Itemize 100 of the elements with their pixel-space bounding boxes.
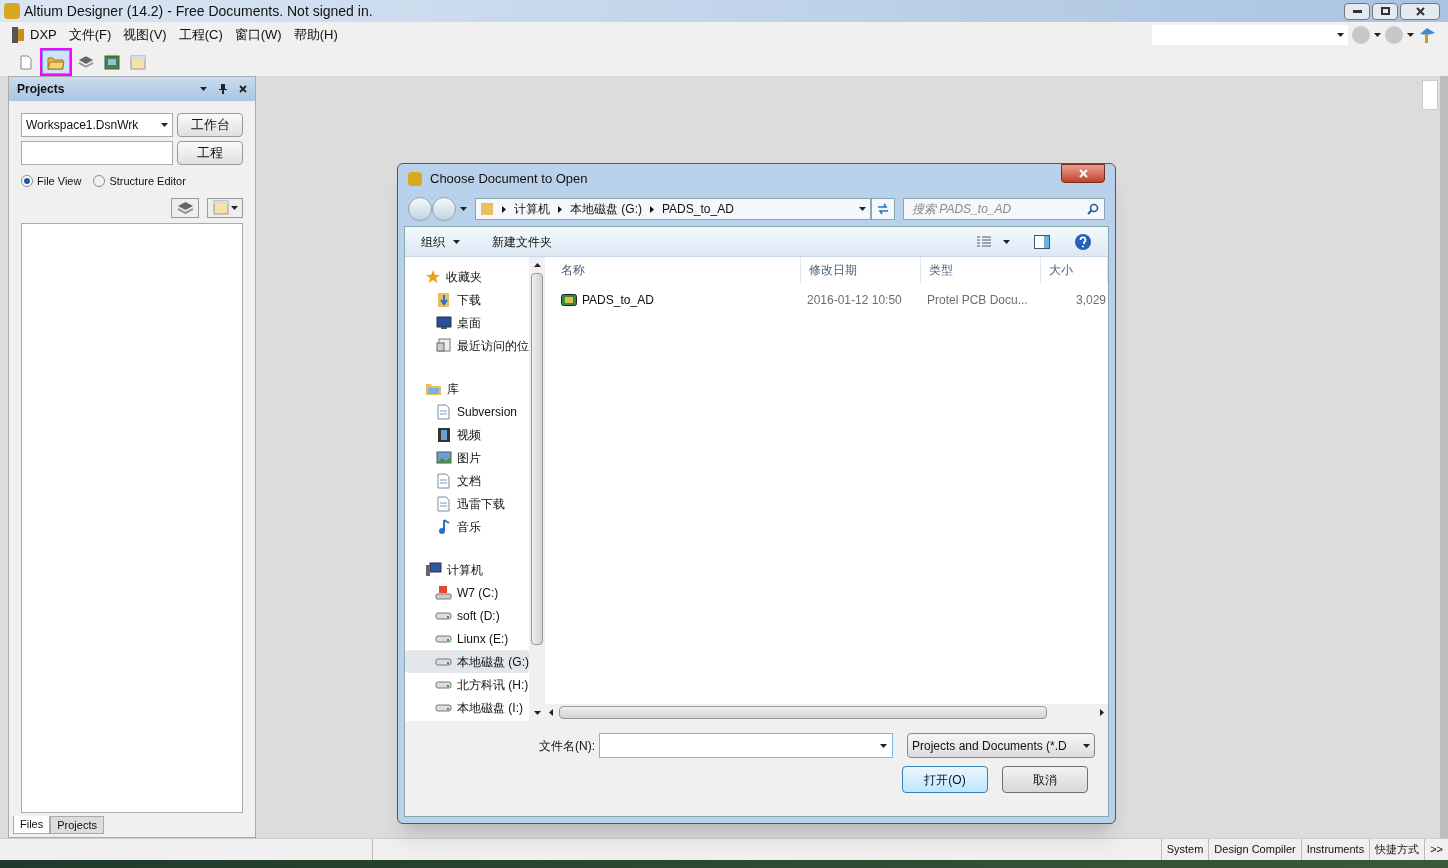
nav-item[interactable]: 音乐 [405, 515, 529, 538]
nav-item[interactable]: Subversion [405, 400, 529, 423]
nav-item[interactable]: 本地磁盘 (I:) [405, 696, 529, 719]
scrollbar-thumb[interactable] [559, 706, 1047, 719]
panel-menu-icon [200, 87, 207, 91]
layers-icon [78, 55, 94, 69]
column-header[interactable]: 修改日期 [801, 257, 921, 283]
pin-icon[interactable] [219, 84, 227, 94]
hard-drive-icon [435, 611, 452, 620]
filename-field[interactable] [599, 733, 893, 758]
menu-item[interactable]: 工程(C) [178, 25, 223, 45]
menu-item[interactable]: 帮助(H) [293, 25, 338, 45]
dxp-logo-icon [12, 27, 26, 43]
chevron-icon [650, 205, 654, 213]
toolbar-button[interactable] [42, 50, 70, 74]
maximize-button[interactable] [1372, 2, 1398, 20]
chevron-icon [558, 205, 562, 213]
command-button[interactable]: 组织 [421, 232, 460, 251]
caret-icon [1003, 239, 1010, 244]
column-header[interactable]: 类型 [921, 257, 1041, 283]
nav-item[interactable]: soft (D:) [405, 604, 529, 627]
nav-item[interactable]: 视频 [405, 423, 529, 446]
nav-item[interactable]: 最近访问的位 [405, 334, 529, 357]
cancel-button[interactable]: 取消 [1002, 766, 1088, 793]
dialog-title: Choose Document to Open [430, 170, 588, 189]
home-icon[interactable] [1418, 26, 1436, 44]
nav-item[interactable]: 下载 [405, 288, 529, 311]
scroll-left-icon[interactable] [549, 709, 553, 716]
project-button[interactable]: 工程 [177, 141, 243, 165]
column-header[interactable]: 名称 [545, 257, 801, 283]
horizontal-scrollbar[interactable] [545, 704, 1108, 721]
scrollbar-thumb[interactable] [531, 273, 543, 645]
scroll-up-icon[interactable] [533, 263, 541, 267]
monitor-icon [435, 315, 452, 330]
star-icon [425, 268, 441, 285]
refresh-button[interactable] [871, 198, 895, 220]
type-cell-text: Protel PCB Docu... [926, 292, 1029, 309]
nav-item[interactable]: 迅雷下载 [405, 492, 529, 515]
document-icon [437, 495, 450, 512]
recent-pages-icon [460, 207, 467, 211]
breadcrumb-item[interactable]: 计算机 [514, 200, 550, 218]
file-type-dropdown[interactable]: Projects and Documents (*.D [907, 733, 1095, 758]
menu-item[interactable]: 文件(F) [68, 25, 112, 45]
panel-title: Projects [17, 81, 65, 98]
nav-item[interactable]: 北方科讯 (H:) [405, 673, 529, 696]
nav-item[interactable]: 桌面 [405, 311, 529, 334]
close-button[interactable] [1400, 2, 1440, 20]
caret-icon [230, 205, 238, 210]
film-strip-icon [436, 426, 451, 443]
command-button[interactable]: 新建文件夹 [492, 232, 552, 251]
chevron-icon [502, 205, 506, 213]
breadcrumb-item[interactable]: 本地磁盘 (G:) [570, 200, 642, 218]
address-bar[interactable]: 计算机 本地磁盘 (G:) PADS_to_AD [475, 198, 871, 220]
refresh-icon [876, 203, 890, 215]
picture-icon [435, 451, 452, 464]
layers-button[interactable] [171, 197, 199, 218]
scroll-down-icon [533, 711, 541, 715]
radio-option[interactable]: File View [21, 173, 82, 190]
panel-tab[interactable]: Projects [50, 816, 104, 834]
vertical-scrollbar[interactable] [529, 257, 545, 721]
workspace-dropdown[interactable]: Workspace1.DsnWrk [21, 113, 173, 137]
preview-pane-icon[interactable] [1034, 234, 1050, 249]
back-button[interactable] [408, 197, 432, 221]
search-field[interactable]: 搜索 PADS_to_AD [903, 198, 1105, 220]
library-folder-icon [425, 381, 442, 396]
file-name-cell[interactable]: PADS_to_AD [545, 291, 801, 309]
system-drive-icon [435, 585, 452, 600]
document-options-button[interactable] [207, 197, 243, 218]
blank-page-icon [20, 54, 32, 70]
menu-item[interactable]: 视图(V) [123, 25, 167, 45]
menu-item[interactable]: DXP [30, 25, 57, 45]
folder-icon [47, 54, 65, 70]
menu-item[interactable]: 窗口(W) [234, 25, 282, 45]
search-icon[interactable] [1087, 203, 1099, 215]
scroll-right-icon[interactable] [1100, 709, 1104, 716]
nav-group[interactable]: 计算机 [405, 558, 529, 581]
help-icon[interactable] [1074, 232, 1092, 251]
close-button[interactable] [1061, 164, 1105, 183]
breadcrumb-item[interactable]: PADS_to_AD [662, 200, 734, 218]
nav-item[interactable]: 本地磁盘 (G:) [405, 650, 529, 673]
minimize-button[interactable] [1344, 2, 1370, 20]
panel-tab[interactable]: Files [13, 816, 51, 834]
close-icon[interactable] [239, 85, 247, 93]
nav-item[interactable]: 图片 [405, 446, 529, 469]
app-logo-icon [4, 3, 20, 19]
nav-item[interactable]: W7 (C:) [405, 581, 529, 604]
column-header[interactable]: 大小 [1041, 257, 1108, 283]
nav-group[interactable]: 库 [405, 377, 529, 400]
nav-item[interactable]: Liunx (E:) [405, 627, 529, 650]
view-options-button[interactable] [977, 235, 1010, 248]
workspace-button[interactable]: 工作台 [177, 113, 243, 137]
project-field[interactable] [21, 141, 173, 165]
navigation-address-field[interactable] [1152, 25, 1348, 45]
open-button[interactable]: 打开(O) [902, 766, 988, 793]
recent-places-icon [436, 338, 451, 353]
nav-item[interactable]: 文档 [405, 469, 529, 492]
nav-group[interactable]: 收藏夹 [405, 265, 529, 288]
caret-icon [1374, 33, 1381, 37]
radio-option[interactable]: Structure Editor [93, 173, 186, 190]
forward-button[interactable] [432, 197, 456, 221]
